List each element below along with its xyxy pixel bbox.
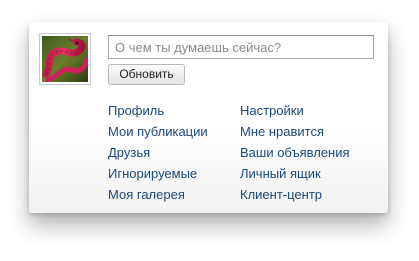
link-profile[interactable]: Профиль: [108, 103, 164, 118]
link-my-gallery[interactable]: Моя галерея: [108, 187, 185, 202]
snake-photo-icon: [42, 36, 88, 82]
link-friends[interactable]: Друзья: [108, 145, 150, 160]
page: Обновить Профиль Мои публикации Друзья И…: [0, 0, 419, 261]
link-client-center[interactable]: Клиент-центр: [240, 187, 322, 202]
link-ignored[interactable]: Игнорируемые: [108, 166, 197, 181]
link-likes[interactable]: Мне нравится: [240, 124, 324, 139]
status-input[interactable]: [108, 35, 374, 59]
user-links-left-column: Профиль Мои публикации Друзья Игнорируем…: [108, 102, 240, 207]
user-panel-card: Обновить Профиль Мои публикации Друзья И…: [29, 22, 388, 213]
update-status-button[interactable]: Обновить: [108, 64, 185, 85]
link-private-mailbox[interactable]: Личный ящик: [240, 166, 321, 181]
avatar[interactable]: [39, 33, 91, 85]
user-links-right-column: Настройки Мне нравится Ваши объявления Л…: [240, 102, 350, 207]
user-links: Профиль Мои публикации Друзья Игнорируем…: [108, 102, 378, 207]
link-settings[interactable]: Настройки: [240, 103, 304, 118]
link-my-publications[interactable]: Мои публикации: [108, 124, 208, 139]
link-your-ads[interactable]: Ваши объявления: [240, 145, 350, 160]
